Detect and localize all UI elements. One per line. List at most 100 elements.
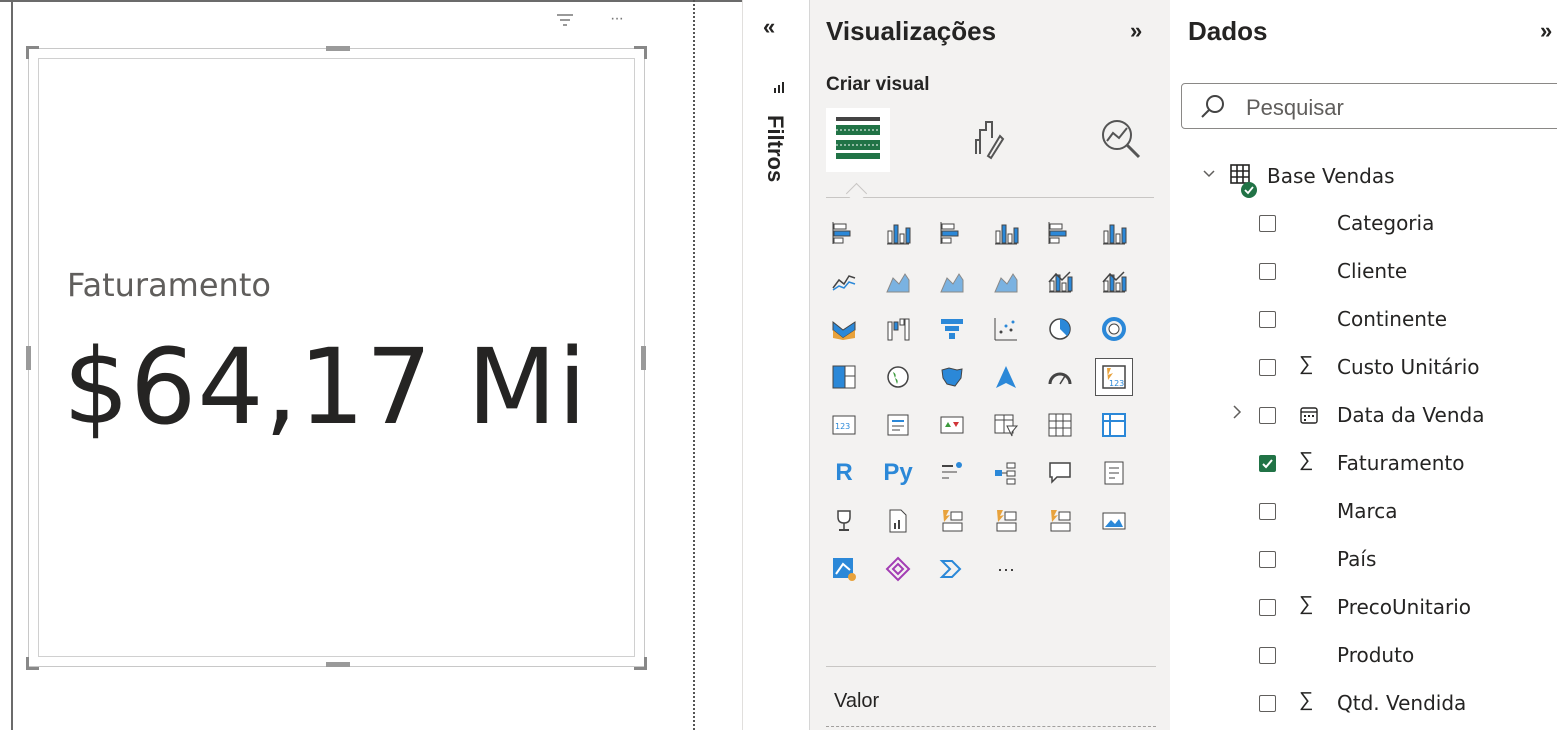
sigma-icon: ∑ <box>1299 449 1314 471</box>
line-and-stacked-column-chart-icon[interactable] <box>1042 263 1078 299</box>
pie-chart-icon[interactable] <box>1042 311 1078 347</box>
field-checkbox[interactable] <box>1259 599 1276 616</box>
filter-icon[interactable] <box>556 12 574 33</box>
stacked-bar-chart-icon[interactable] <box>826 215 862 251</box>
power-apps-visual-icon[interactable] <box>880 551 916 587</box>
tab-build-visual[interactable] <box>826 108 890 172</box>
python-visual-icon[interactable]: Py <box>880 455 916 491</box>
power-automate-icon[interactable] <box>988 503 1024 539</box>
qa-icon[interactable] <box>1042 455 1078 491</box>
field-name[interactable]: País <box>1337 547 1376 571</box>
more-options-icon[interactable]: ··· <box>610 10 624 28</box>
visualizations-title: Visualizações <box>826 16 997 46</box>
100-stacked-area-chart-icon[interactable] <box>988 263 1024 299</box>
clustered-bar-chart-icon[interactable] <box>934 215 970 251</box>
field-well-dropzone[interactable] <box>826 726 1156 727</box>
resize-handle-top[interactable] <box>326 46 350 51</box>
data-pane-expand-button[interactable]: » <box>1540 18 1552 44</box>
field-name[interactable]: Cliente <box>1337 259 1407 283</box>
field-name[interactable]: PrecoUnitario <box>1337 595 1471 619</box>
treemap-icon[interactable] <box>826 359 862 395</box>
search-icon <box>1200 93 1226 124</box>
line-chart-icon[interactable] <box>826 263 862 299</box>
table-icon[interactable] <box>988 407 1024 443</box>
azure-maps-icon[interactable] <box>826 551 862 587</box>
field-name[interactable]: Qtd. Vendida <box>1337 691 1466 715</box>
field-checkbox[interactable] <box>1259 503 1276 520</box>
slicer-icon[interactable] <box>934 407 970 443</box>
resize-handle-left[interactable] <box>26 346 31 370</box>
field-checkbox[interactable] <box>1259 359 1276 376</box>
ribbon-chart-icon[interactable] <box>826 311 862 347</box>
smart-narrative-icon[interactable] <box>1096 455 1132 491</box>
100-stacked-column-chart-icon[interactable] <box>1096 215 1132 251</box>
stacked-area-chart-icon[interactable] <box>934 263 970 299</box>
azure-map-icon[interactable] <box>988 359 1024 395</box>
field-name[interactable]: Faturamento <box>1337 451 1464 475</box>
field-checkbox[interactable] <box>1259 695 1276 712</box>
build-visual-icon <box>832 113 884 168</box>
stacked-column-chart-icon[interactable] <box>880 215 916 251</box>
map-icon[interactable] <box>880 359 916 395</box>
resize-handle-bottom-left[interactable] <box>26 657 39 670</box>
field-name[interactable]: Custo Unitário <box>1337 355 1479 379</box>
tab-format-visual[interactable] <box>954 108 1018 172</box>
filters-collapse-button[interactable]: « <box>763 14 775 40</box>
100-stacked-bar-chart-icon[interactable] <box>1042 215 1078 251</box>
key-influencers-icon[interactable] <box>934 455 970 491</box>
field-checkbox[interactable] <box>1259 215 1276 232</box>
resize-handle-top-right[interactable] <box>634 46 647 59</box>
field-checkbox[interactable] <box>1259 407 1276 424</box>
field-name[interactable]: Produto <box>1337 643 1414 667</box>
resize-handle-right[interactable] <box>641 346 646 370</box>
canvas-edge <box>693 0 695 730</box>
field-name[interactable]: Data da Venda <box>1337 403 1484 427</box>
funnel-icon[interactable] <box>934 311 970 347</box>
table-collapse-chevron[interactable] <box>1203 166 1215 184</box>
field-checkbox[interactable] <box>1259 311 1276 328</box>
filled-map-icon[interactable] <box>934 359 970 395</box>
table-name[interactable]: Base Vendas <box>1267 164 1395 188</box>
area-chart-icon[interactable] <box>880 263 916 299</box>
kpi-icon[interactable] <box>880 407 916 443</box>
matrix-icon[interactable] <box>1042 407 1078 443</box>
field-checkbox[interactable] <box>1259 263 1276 280</box>
decomposition-tree-icon[interactable] <box>988 455 1024 491</box>
visualizations-expand-button[interactable]: » <box>1130 18 1142 44</box>
field-expand-chevron[interactable] <box>1232 405 1242 424</box>
clustered-column-chart-icon[interactable] <box>988 215 1024 251</box>
field-checkbox[interactable] <box>1259 551 1276 568</box>
tab-analytics[interactable] <box>1088 108 1152 172</box>
gauge-icon[interactable] <box>1042 359 1078 395</box>
analytics-icon <box>1097 115 1143 166</box>
field-well-value-label: Valor <box>834 690 880 712</box>
filters-bars-icon <box>772 80 786 97</box>
image-icon[interactable] <box>1096 503 1132 539</box>
resize-handle-top-left[interactable] <box>26 46 39 59</box>
filters-pane[interactable] <box>742 0 809 730</box>
more-visuals-button[interactable]: ··· <box>988 551 1024 587</box>
field-name[interactable]: Categoria <box>1337 211 1434 235</box>
line-and-clustered-column-chart-icon[interactable] <box>1096 263 1132 299</box>
paginated-report-icon[interactable] <box>880 503 916 539</box>
sigma-icon: ∑ <box>1299 353 1314 375</box>
new-card-icon[interactable] <box>1096 407 1132 443</box>
field-name[interactable]: Continente <box>1337 307 1447 331</box>
waterfall-chart-icon[interactable] <box>880 311 916 347</box>
card-icon[interactable]: 123 <box>1095 358 1133 396</box>
r-visual-icon[interactable]: R <box>826 455 862 491</box>
field-checkbox[interactable] <box>1259 647 1276 664</box>
donut-chart-icon[interactable] <box>1096 311 1132 347</box>
power-automate-visual-icon[interactable] <box>934 551 970 587</box>
power-apps-icon[interactable] <box>934 503 970 539</box>
field-name[interactable]: Marca <box>1337 499 1398 523</box>
search-input[interactable] <box>1181 83 1557 129</box>
filters-label[interactable]: Filtros <box>762 115 788 182</box>
multi-row-card-icon[interactable]: 123 <box>826 407 862 443</box>
resize-handle-bottom-right[interactable] <box>634 657 647 670</box>
metrics-icon[interactable] <box>826 503 862 539</box>
scatter-chart-icon[interactable] <box>988 311 1024 347</box>
resize-handle-bottom[interactable] <box>326 662 350 667</box>
field-checkbox[interactable] <box>1259 455 1276 472</box>
button-slicer-icon[interactable] <box>1042 503 1078 539</box>
